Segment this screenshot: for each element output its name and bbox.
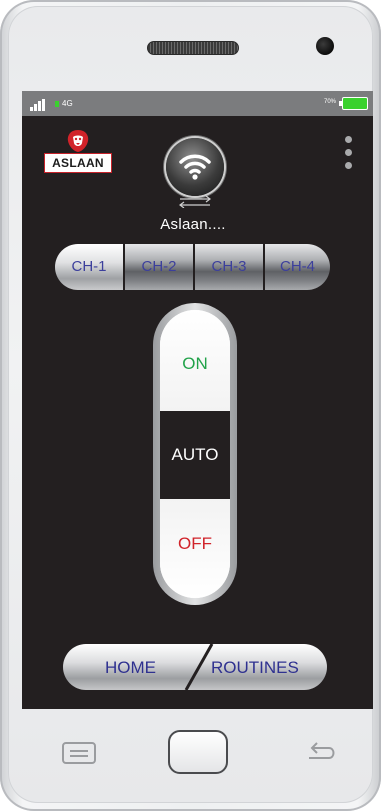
- hardware-menu-key-icon[interactable]: [62, 742, 96, 764]
- routines-label: ROUTINES: [211, 658, 299, 677]
- mode-on-button[interactable]: ON: [160, 310, 230, 411]
- signal-bars-icon: [30, 99, 46, 111]
- mode-switch-track: ON AUTO OFF: [160, 310, 230, 598]
- front-camera: [316, 37, 334, 55]
- sync-arrows-icon: [179, 196, 211, 208]
- mode-auto-button[interactable]: AUTO: [160, 411, 230, 499]
- tab-ch-2[interactable]: CH-2: [125, 244, 193, 290]
- tab-ch-1[interactable]: CH-1: [55, 244, 123, 290]
- battery-icon: [339, 97, 368, 110]
- hardware-back-key-icon[interactable]: [303, 740, 337, 764]
- tab-ch-3[interactable]: CH-3: [195, 244, 263, 290]
- battery-percent: 70%: [324, 99, 337, 105]
- tab-ch-4[interactable]: CH-4: [265, 244, 330, 290]
- network-indicator: 4G: [55, 99, 73, 108]
- earpiece-speaker: [147, 41, 239, 55]
- home-label: HOME: [105, 658, 156, 677]
- mode-off-button[interactable]: OFF: [160, 499, 230, 598]
- mode-switch: ON AUTO OFF: [153, 303, 237, 605]
- nav-divider: [184, 644, 214, 690]
- more-options-icon[interactable]: [344, 136, 354, 170]
- hardware-home-button[interactable]: [168, 730, 228, 774]
- wifi-icon: [179, 154, 211, 180]
- wifi-connect-button[interactable]: [166, 138, 224, 196]
- status-bar: 4G 70%: [22, 91, 373, 116]
- bottom-nav: HOME ROUTINES: [63, 644, 327, 690]
- device-name: Aslaan....: [160, 216, 226, 233]
- lion-head-icon: [67, 130, 89, 152]
- brand-name: ASLAAN: [44, 153, 112, 173]
- brand-logo: ASLAAN: [44, 129, 112, 175]
- channel-tabs: CH-1 CH-2 CH-3 CH-4: [55, 244, 330, 290]
- data-activity-icon: [55, 101, 59, 107]
- network-type: 4G: [62, 99, 73, 108]
